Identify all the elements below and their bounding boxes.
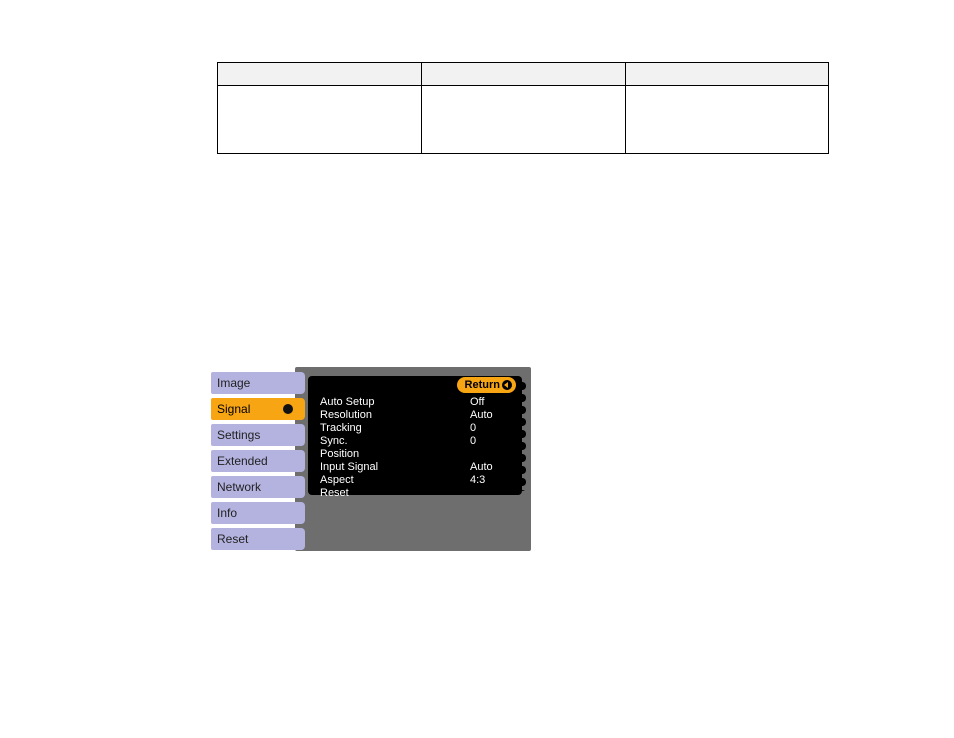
sidebar-item-settings[interactable]: Settings [211, 424, 299, 446]
setting-value: 4:3 [470, 474, 512, 487]
setting-value: Off [470, 396, 512, 409]
table-header-cell [422, 63, 626, 85]
sidebar-item-reset[interactable]: Reset [211, 528, 299, 550]
sidebar-item-image[interactable]: Image [211, 372, 299, 394]
setting-value: 0 [470, 435, 512, 448]
setting-label: Auto Setup [320, 396, 470, 409]
table-header-row [218, 63, 828, 86]
spec-table [217, 62, 829, 154]
setting-row-tracking[interactable]: Tracking 0 [308, 422, 522, 435]
setting-value [470, 448, 512, 461]
sidebar-item-label: Reset [217, 532, 248, 546]
sidebar-item-label: Settings [217, 428, 260, 442]
table-header-cell [218, 63, 422, 85]
setting-row-resolution[interactable]: Resolution Auto [308, 409, 522, 422]
osd-sidebar: Image Signal Settings Extended Network I… [211, 372, 299, 554]
active-indicator-icon [283, 404, 293, 414]
setting-label: Aspect [320, 474, 470, 487]
table-header-cell [626, 63, 828, 85]
osd-content-panel: Return Auto Setup Off Resolution Auto Tr… [308, 376, 522, 495]
setting-row-sync[interactable]: Sync. 0 [308, 435, 522, 448]
sidebar-item-extended[interactable]: Extended [211, 450, 299, 472]
setting-label: Tracking [320, 422, 470, 435]
setting-row-input-signal[interactable]: Input Signal Auto [308, 461, 522, 474]
sidebar-item-label: Info [217, 506, 237, 520]
sidebar-item-label: Signal [217, 402, 250, 416]
setting-value: Auto [470, 409, 512, 422]
setting-value [470, 487, 512, 500]
setting-value: 0 [470, 422, 512, 435]
setting-row-auto-setup[interactable]: Auto Setup Off [308, 396, 522, 409]
table-cell [626, 86, 828, 154]
return-button[interactable]: Return [457, 377, 516, 393]
setting-label: Reset [320, 487, 470, 500]
sidebar-item-info[interactable]: Info [211, 502, 299, 524]
sidebar-item-signal[interactable]: Signal [211, 398, 299, 420]
setting-row-position[interactable]: Position [308, 448, 522, 461]
table-cell [218, 86, 422, 154]
table-cell [422, 86, 626, 154]
return-button-label: Return [465, 379, 500, 391]
setting-label: Position [320, 448, 470, 461]
sidebar-item-label: Network [217, 480, 261, 494]
sidebar-item-network[interactable]: Network [211, 476, 299, 498]
setting-value: Auto [470, 461, 512, 474]
table-row [218, 86, 828, 154]
setting-label: Sync. [320, 435, 470, 448]
return-icon [502, 380, 512, 390]
osd-menu: Image Signal Settings Extended Network I… [211, 367, 531, 551]
setting-label: Input Signal [320, 461, 470, 474]
setting-row-aspect[interactable]: Aspect 4:3 [308, 474, 522, 487]
setting-label: Resolution [320, 409, 470, 422]
sidebar-item-label: Image [217, 376, 250, 390]
setting-row-reset[interactable]: Reset [308, 487, 522, 500]
sidebar-item-label: Extended [217, 454, 268, 468]
